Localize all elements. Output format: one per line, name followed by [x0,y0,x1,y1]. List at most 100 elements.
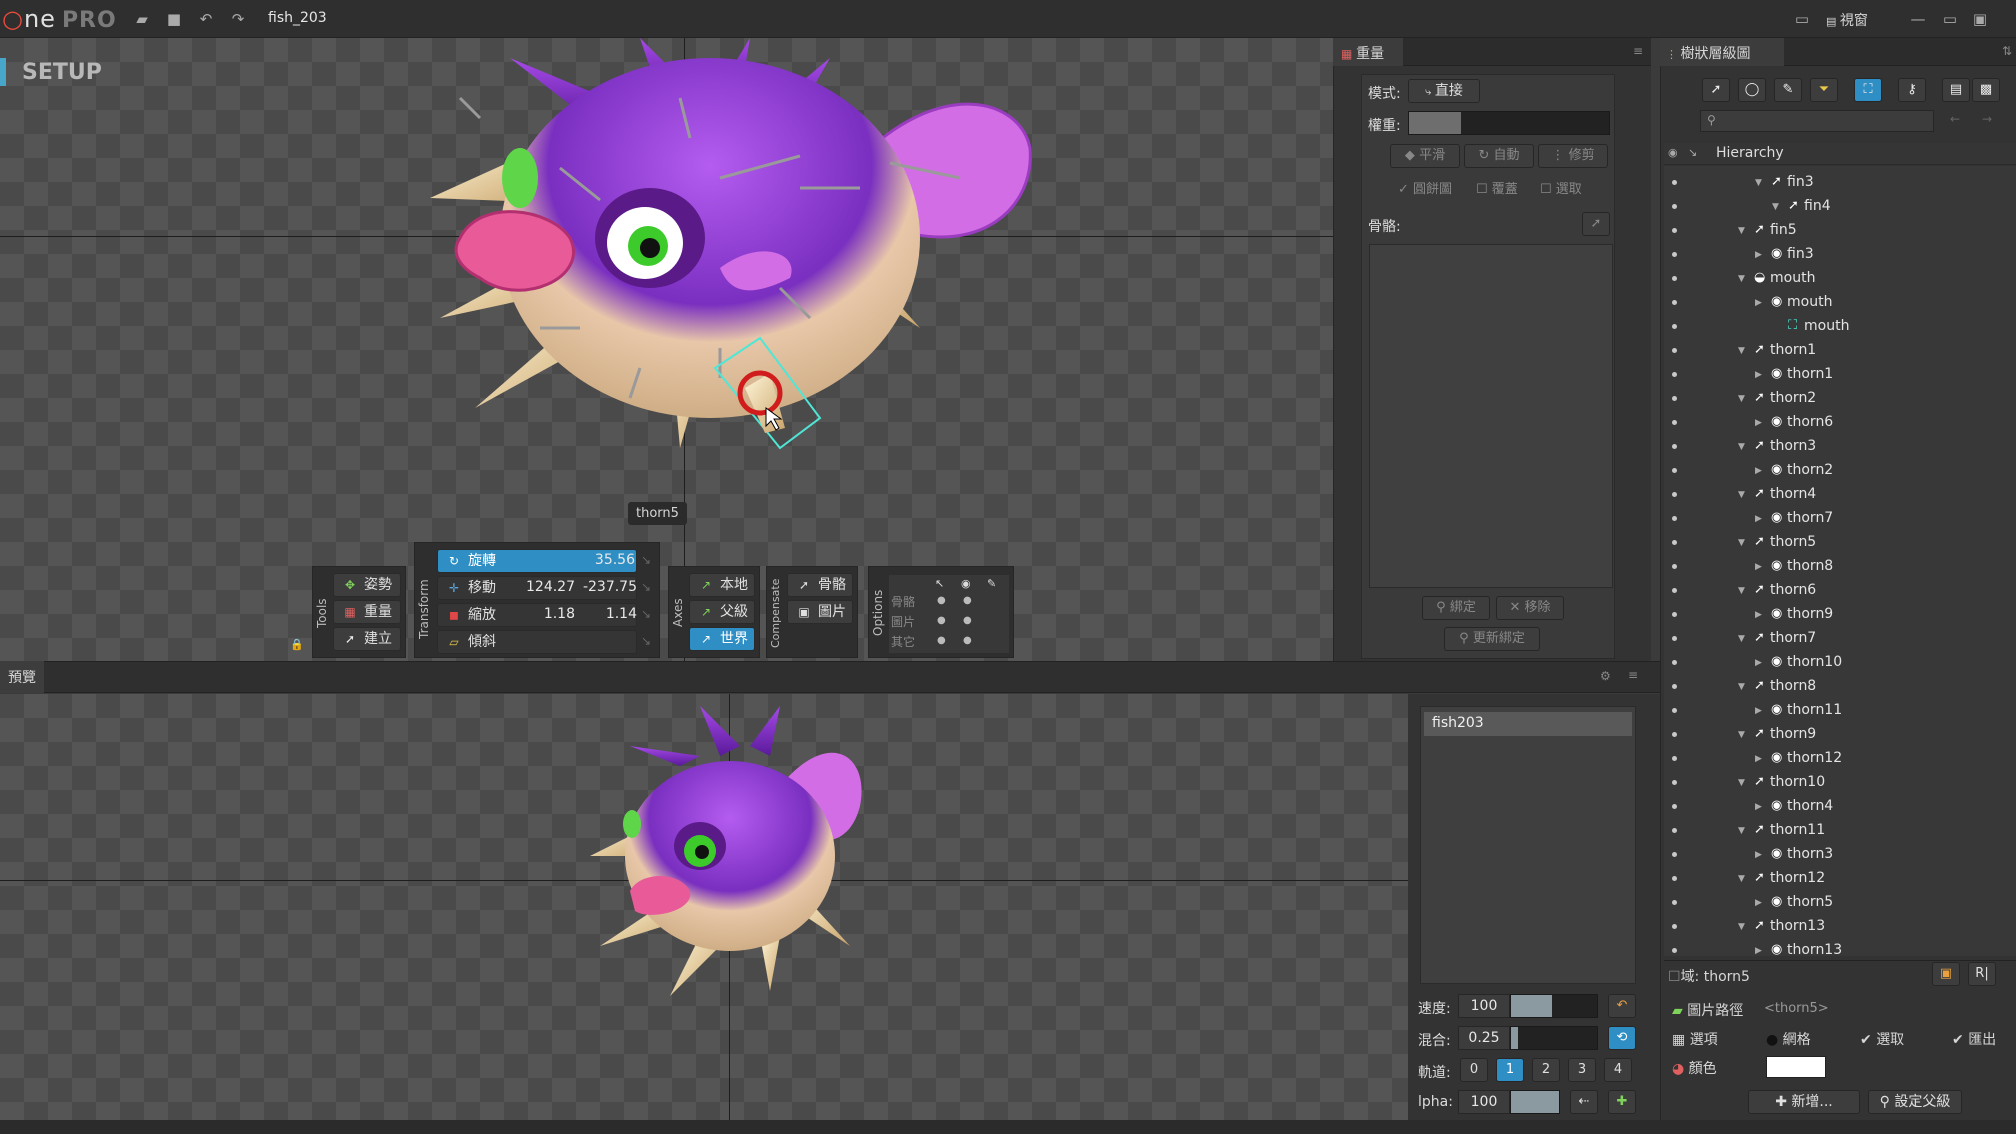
visibility-dot[interactable] [1672,588,1677,593]
key-icon[interactable]: ↘ [641,634,651,648]
smooth-button[interactable]: ◆ 平滑 [1390,144,1460,168]
filter-constraints-button[interactable]: ✎ [1774,78,1802,102]
panel-menu-icon[interactable]: ≡ [1633,44,1643,58]
expand-arrow-icon[interactable]: ▶ [1755,939,1762,956]
tree-row-thorn13[interactable]: ▼ ➚ thorn13 [1664,914,2016,938]
previous-result-icon[interactable]: ← [1950,112,1960,126]
alpha-slider[interactable] [1510,1090,1560,1114]
visibility-dot[interactable] [1672,852,1677,857]
compensate-bones-button[interactable]: ➚ 骨骼 [787,573,853,597]
visibility-dot[interactable] [1672,492,1677,497]
mesh-checkbox[interactable]: ● 網格 [1766,1029,1811,1049]
option-toggle[interactable]: ● [963,615,972,626]
expand-arrow-icon[interactable]: ▶ [1755,795,1762,819]
expand-arrow-icon[interactable]: ▼ [1738,675,1745,699]
open-folder-icon[interactable]: ▰ [132,9,152,29]
track-button-0[interactable]: 0 [1460,1058,1488,1082]
translate-x-value[interactable]: 124.27 [505,579,575,595]
maximize-icon[interactable]: ▭ [1940,9,1960,29]
expand-arrow-icon[interactable]: ▶ [1755,363,1762,387]
undo-icon[interactable]: ↶ [196,9,216,29]
animation-item[interactable]: fish203 [1424,712,1632,736]
export-checkbox[interactable]: ✔ 匯出 [1952,1029,1996,1049]
image-button[interactable]: ▣ [1932,962,1960,986]
track-button-4[interactable]: 4 [1604,1058,1632,1082]
lock-icon[interactable]: 🔒 [290,638,304,651]
filter-button[interactable]: ⏷ [1810,78,1838,102]
option-toggle[interactable]: ● [937,635,946,646]
tree-row-thorn8[interactable]: ▶ ◉ thorn8 [1664,554,2016,578]
translate-y-value[interactable]: -237.75 [575,579,637,595]
sync-selection-button[interactable]: ⛶ [1854,78,1882,102]
visibility-dot[interactable] [1672,564,1677,569]
speed-slider[interactable] [1510,994,1598,1018]
preview-viewport[interactable] [0,694,1408,1120]
expand-arrow-icon[interactable]: ▼ [1738,339,1745,363]
delete-button[interactable]: ▩ [1972,78,2000,102]
overlay-checkbox[interactable]: ✓ 圓餅圖 [1398,178,1452,197]
option-toggle[interactable]: ● [937,615,946,626]
remove-button[interactable]: ✕ 移除 [1496,596,1564,620]
visibility-dot[interactable] [1672,780,1677,785]
expand-arrow-icon[interactable]: ▼ [1738,435,1745,459]
expand-arrow-icon[interactable]: ▶ [1755,555,1762,579]
tree-row-thorn3[interactable]: ▶ ◉ thorn3 [1664,842,2016,866]
tree-row-thorn12[interactable]: ▼ ➚ thorn12 [1664,866,2016,890]
tree-row-fin3[interactable]: ▼ ➚ fin3 [1664,170,2016,194]
visibility-dot[interactable] [1672,420,1677,425]
shear-tool-button[interactable]: ▱ 傾斜 [437,630,637,654]
mode-select[interactable]: ⤷ 直接 [1408,79,1480,103]
expand-arrow-icon[interactable]: ▶ [1755,243,1762,267]
visibility-dot[interactable] [1672,948,1677,953]
expand-arrow-icon[interactable]: ▶ [1755,507,1762,531]
rotate-value[interactable]: 35.56 [545,552,635,568]
visibility-dot[interactable] [1672,756,1677,761]
expand-arrow-icon[interactable]: ▼ [1738,267,1745,291]
expand-arrow-icon[interactable]: ▼ [1772,195,1779,219]
visibility-dot[interactable] [1672,684,1677,689]
key-icon[interactable]: ↘ [641,607,651,621]
tree-row-thorn10[interactable]: ▶ ◉ thorn10 [1664,650,2016,674]
weights-tool-button[interactable]: ▦ 重量 [333,600,401,624]
visibility-dot[interactable] [1672,732,1677,737]
tree-row-thorn12[interactable]: ▶ ◉ thorn12 [1664,746,2016,770]
expand-arrow-icon[interactable]: ▶ [1755,291,1762,315]
tree-row-thorn3[interactable]: ▼ ➚ thorn3 [1664,434,2016,458]
panel-menu-icon[interactable]: ⇅ [2002,44,2012,58]
tree-row-mouth[interactable]: ⛶ mouth [1664,314,2016,338]
expand-arrow-icon[interactable]: ▶ [1755,843,1762,867]
visibility-dot[interactable] [1672,444,1677,449]
axes-parent-button[interactable]: ↗ 父級 [689,600,755,624]
panel-menu-icon[interactable]: ≡ [1628,668,1638,682]
expand-arrow-icon[interactable]: ▶ [1755,603,1762,627]
visibility-dot[interactable] [1672,516,1677,521]
key-column-icon[interactable]: ↘ [1688,146,1697,159]
tree-row-thorn10[interactable]: ▼ ➚ thorn10 [1664,770,2016,794]
redo-icon[interactable]: ↷ [228,9,248,29]
tree-row-thorn4[interactable]: ▶ ◉ thorn4 [1664,794,2016,818]
speed-input[interactable]: 100 [1458,994,1510,1018]
animations-list[interactable] [1420,706,1636,984]
tree-row-thorn9[interactable]: ▶ ◉ thorn9 [1664,602,2016,626]
tree-row-fin3[interactable]: ▶ ◉ fin3 [1664,242,2016,266]
expand-arrow-icon[interactable]: ▼ [1738,771,1745,795]
visibility-dot[interactable] [1672,396,1677,401]
tree-row-thorn2[interactable]: ▶ ◉ thorn2 [1664,458,2016,482]
pick-bone-button[interactable]: ➚ [1582,212,1610,236]
visibility-dot[interactable] [1672,876,1677,881]
track-button-1[interactable]: 1 [1496,1058,1524,1082]
mix-input[interactable]: 0.25 [1458,1026,1510,1050]
track-button-2[interactable]: 2 [1532,1058,1560,1082]
visibility-dot[interactable] [1672,708,1677,713]
expand-arrow-icon[interactable]: ▼ [1738,819,1745,843]
alpha-input[interactable]: 100 [1458,1090,1510,1114]
loop-button[interactable]: ⟲ [1608,1026,1636,1050]
mix-slider[interactable] [1510,1026,1598,1050]
weights-tab[interactable]: ▦ 重量 [1333,38,1403,66]
key-icon[interactable]: ↘ [641,580,651,594]
expand-arrow-icon[interactable]: ▶ [1755,411,1762,435]
tree-row-thorn4[interactable]: ▼ ➚ thorn4 [1664,482,2016,506]
tree-tab[interactable]: ⋮ 樹狀層級圖 [1660,38,1784,66]
prune-button[interactable]: ⋮ 修剪 [1538,144,1608,168]
hierarchy-tree[interactable]: ▼ ➚ fin3 ▼ ➚ fin4 ▼ ➚ fin5 ▶ ◉ fin3 ▼ ◒ mouth ▶ ◉ mouth ⛶ m… [1664,166,2016,956]
